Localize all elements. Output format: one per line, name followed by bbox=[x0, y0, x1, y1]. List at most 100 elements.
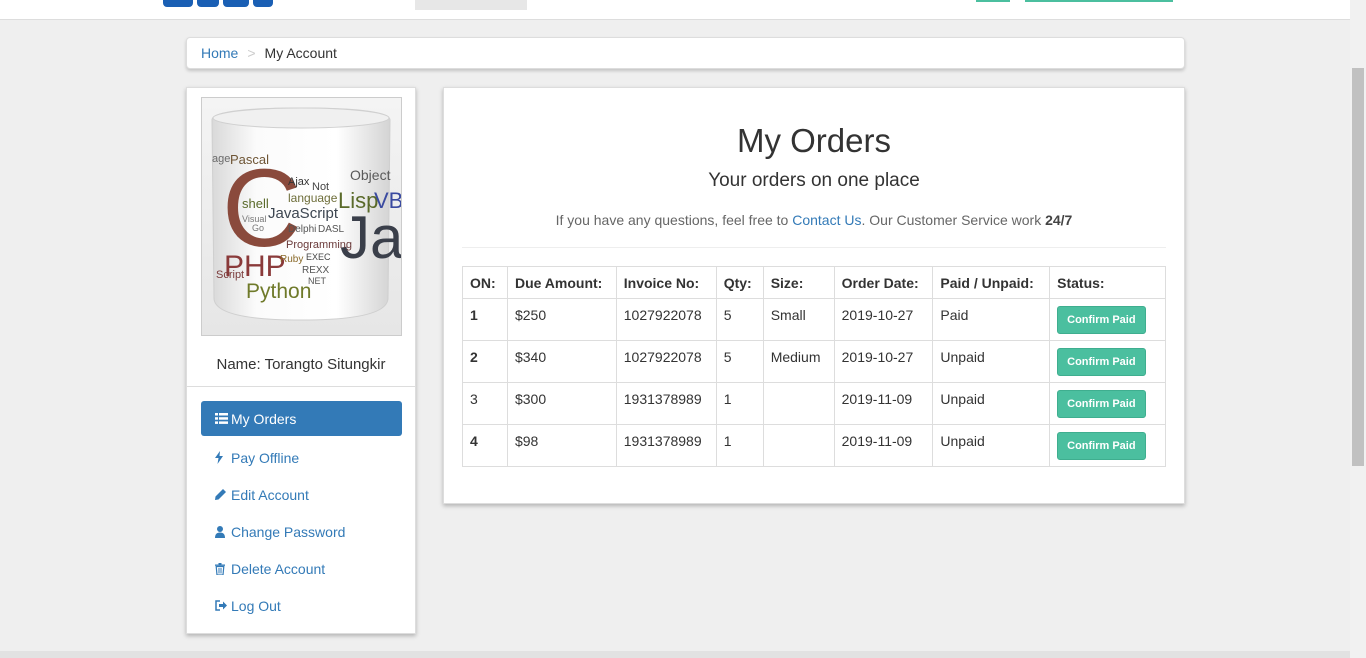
cell-date: 2019-10-27 bbox=[833, 298, 934, 341]
cell-qty: 1 bbox=[715, 382, 764, 425]
confirm-paid-button[interactable]: Confirm Paid bbox=[1057, 348, 1146, 376]
account-sidebar: C Java PHP Python Pascal JavaScript Lisp… bbox=[186, 87, 416, 634]
mug-word-programming: Programming bbox=[286, 239, 352, 251]
mug-word-rexx: REXX bbox=[302, 265, 330, 276]
table-row: 4 $98 1931378989 1 2019-11-09 Unpaid Con… bbox=[462, 424, 1166, 467]
user-icon bbox=[215, 525, 229, 538]
cell-paid: Unpaid bbox=[932, 340, 1051, 383]
pencil-icon bbox=[215, 489, 229, 500]
confirm-paid-button[interactable]: Confirm Paid bbox=[1057, 306, 1146, 334]
sidebar-divider bbox=[187, 386, 415, 387]
help-text-middle: . Our Customer Service work bbox=[861, 212, 1046, 228]
top-navbar bbox=[0, 0, 1350, 20]
divider bbox=[462, 247, 1166, 248]
cell-invoice: 1027922078 bbox=[615, 298, 717, 341]
mug-word-exec: EXEC bbox=[306, 252, 331, 262]
mug-word-shell: shell bbox=[242, 196, 269, 211]
cell-size: Medium bbox=[762, 340, 835, 383]
cell-invoice: 1027922078 bbox=[615, 340, 717, 383]
logout-icon bbox=[215, 600, 229, 611]
orders-table: ON: Due Amount: Invoice No: Qty: Size: O… bbox=[462, 266, 1166, 467]
mug-word-ajax: Ajax bbox=[288, 176, 310, 188]
scrollbar-thumb[interactable] bbox=[1352, 68, 1364, 466]
site-logo[interactable] bbox=[163, 0, 275, 7]
cell-amount: $98 bbox=[506, 424, 617, 467]
cell-on: 3 bbox=[462, 382, 508, 425]
sidebar-item-label: Change Password bbox=[231, 523, 346, 540]
sidebar-item-pay-offline[interactable]: Pay Offline bbox=[201, 440, 402, 475]
footer-edge bbox=[0, 651, 1350, 658]
sidebar-item-label: Log Out bbox=[231, 597, 281, 614]
mug-word-python: Python bbox=[246, 280, 311, 303]
cell-paid: Unpaid bbox=[932, 382, 1051, 425]
cell-paid: Paid bbox=[932, 298, 1051, 341]
mug-word-dasl: DASL bbox=[318, 224, 345, 235]
sidebar-item-my-orders[interactable]: My Orders bbox=[201, 401, 402, 436]
profile-name: Name: Torangto Situngkir bbox=[216, 356, 386, 373]
mug-word-pascal: Pascal bbox=[230, 152, 269, 167]
cell-status: Confirm Paid bbox=[1049, 382, 1166, 425]
mug-word-lisp: Lisp bbox=[338, 188, 378, 213]
cell-on: 2 bbox=[462, 340, 508, 383]
mug-word-vb: VB bbox=[374, 188, 401, 213]
avatar-mug-image: C Java PHP Python Pascal JavaScript Lisp… bbox=[202, 98, 401, 335]
column-header-on: ON: bbox=[462, 266, 508, 299]
sidebar-item-edit-account[interactable]: Edit Account bbox=[201, 477, 402, 512]
bolt-icon bbox=[215, 451, 229, 464]
sidebar-item-change-password[interactable]: Change Password bbox=[201, 514, 402, 549]
mug-word-javascript: JavaScript bbox=[268, 205, 339, 222]
sidebar-item-log-out[interactable]: Log Out bbox=[201, 588, 402, 623]
contact-us-link[interactable]: Contact Us bbox=[792, 212, 861, 228]
column-header-status: Status: bbox=[1049, 266, 1166, 299]
page-scrollbar[interactable] bbox=[1350, 0, 1366, 658]
mug-word-age: age bbox=[212, 153, 230, 165]
sidebar-item-label: My Orders bbox=[231, 410, 297, 427]
cell-date: 2019-11-09 bbox=[833, 382, 934, 425]
cell-on: 1 bbox=[462, 298, 508, 341]
cell-invoice: 1931378989 bbox=[615, 382, 717, 425]
mug-word-delphi: Delphi bbox=[288, 224, 316, 235]
cell-paid: Unpaid bbox=[932, 424, 1051, 467]
cell-size bbox=[762, 382, 835, 425]
column-header-order-date: Order Date: bbox=[833, 266, 934, 299]
breadcrumb-current: My Account bbox=[264, 45, 337, 61]
cell-status: Confirm Paid bbox=[1049, 424, 1166, 467]
column-header-invoice: Invoice No: bbox=[615, 266, 717, 299]
column-header-size: Size: bbox=[762, 266, 835, 299]
nav-button-wide[interactable] bbox=[1025, 0, 1173, 2]
cell-qty: 5 bbox=[715, 340, 764, 383]
list-icon bbox=[215, 413, 229, 424]
mug-word-ruby: Ruby bbox=[280, 254, 303, 265]
page-title: My Orders bbox=[736, 122, 891, 159]
breadcrumb-home-link[interactable]: Home bbox=[201, 45, 238, 61]
sidebar-item-label: Pay Offline bbox=[231, 449, 300, 466]
nav-button[interactable] bbox=[976, 0, 1010, 2]
mug-word-object: Object bbox=[350, 167, 391, 183]
confirm-paid-button[interactable]: Confirm Paid bbox=[1057, 432, 1146, 460]
sidebar-item-label: Delete Account bbox=[231, 560, 326, 577]
table-row: 1 $250 1027922078 5 Small 2019-10-27 Pai… bbox=[462, 298, 1166, 341]
column-header-due-amount: Due Amount: bbox=[506, 266, 617, 299]
mug-word-not: Not bbox=[312, 181, 329, 193]
nav-active-item[interactable] bbox=[415, 0, 527, 10]
sidebar-item-delete-account[interactable]: Delete Account bbox=[201, 551, 402, 586]
confirm-paid-button[interactable]: Confirm Paid bbox=[1057, 390, 1146, 418]
avatar: C Java PHP Python Pascal JavaScript Lisp… bbox=[201, 97, 402, 336]
column-header-paid-unpaid: Paid / Unpaid: bbox=[932, 266, 1051, 299]
cell-qty: 5 bbox=[715, 298, 764, 341]
trash-icon bbox=[215, 562, 229, 575]
cell-on: 4 bbox=[462, 424, 508, 467]
cell-invoice: 1931378989 bbox=[615, 424, 717, 467]
help-text-prefix: If you have any questions, feel free to bbox=[555, 212, 793, 228]
cell-status: Confirm Paid bbox=[1049, 298, 1166, 341]
sidebar-item-label: Edit Account bbox=[231, 486, 309, 503]
mug-word-go: Go bbox=[252, 223, 264, 233]
cell-qty: 1 bbox=[715, 424, 764, 467]
cell-amount: $250 bbox=[506, 298, 617, 341]
column-header-qty: Qty: bbox=[715, 266, 764, 299]
sidebar-nav: My Orders Pay Offline Edit Account Chang… bbox=[201, 401, 402, 625]
page-subtitle: Your orders on one place bbox=[708, 170, 920, 191]
table-row: 2 $340 1027922078 5 Medium 2019-10-27 Un… bbox=[462, 340, 1166, 383]
cell-date: 2019-11-09 bbox=[833, 424, 934, 467]
orders-panel: My Orders Your orders on one place If yo… bbox=[443, 87, 1185, 504]
